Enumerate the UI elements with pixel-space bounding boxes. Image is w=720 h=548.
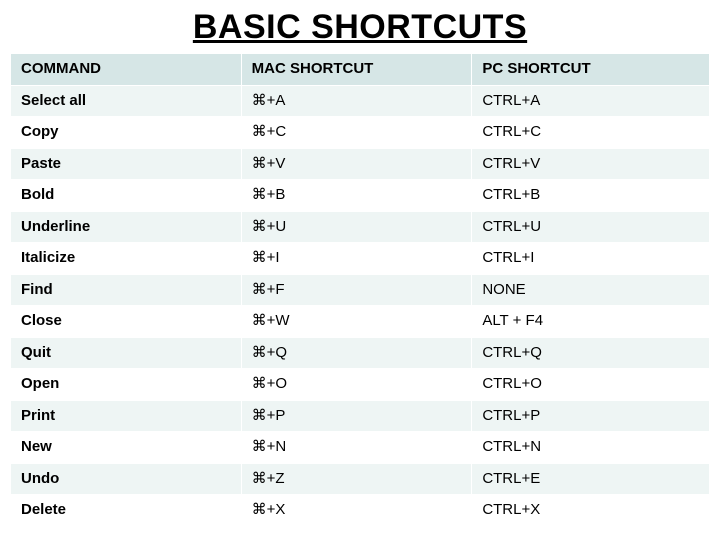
table-row: Paste⌘+VCTRL+V xyxy=(11,148,710,180)
cell-pc: CTRL+A xyxy=(472,85,710,117)
table-row: Open⌘+OCTRL+O xyxy=(11,369,710,401)
table-row: New⌘+NCTRL+N xyxy=(11,432,710,464)
table-row: Undo⌘+ZCTRL+E xyxy=(11,463,710,495)
cell-mac: ⌘+C xyxy=(241,117,472,149)
cell-mac: ⌘+F xyxy=(241,274,472,306)
cell-command: Quit xyxy=(11,337,242,369)
cell-mac: ⌘+B xyxy=(241,180,472,212)
cell-command: New xyxy=(11,432,242,464)
cell-pc: CTRL+Q xyxy=(472,337,710,369)
cell-command: Find xyxy=(11,274,242,306)
page-title: BASIC SHORTCUTS xyxy=(0,8,720,47)
table-header-row: COMMAND MAC SHORTCUT PC SHORTCUT xyxy=(11,54,710,86)
cell-mac: ⌘+P xyxy=(241,400,472,432)
cell-command: Print xyxy=(11,400,242,432)
cell-mac: ⌘+X xyxy=(241,495,472,527)
cell-mac: ⌘+O xyxy=(241,369,472,401)
cell-command: Select all xyxy=(11,85,242,117)
cell-pc: CTRL+N xyxy=(472,432,710,464)
table-row: Close⌘+WALT + F4 xyxy=(11,306,710,338)
cell-pc: ALT + F4 xyxy=(472,306,710,338)
cell-pc: CTRL+U xyxy=(472,211,710,243)
table-row: Underline⌘+UCTRL+U xyxy=(11,211,710,243)
table-row: Copy⌘+CCTRL+C xyxy=(11,117,710,149)
cell-pc: CTRL+E xyxy=(472,463,710,495)
cell-pc: CTRL+C xyxy=(472,117,710,149)
cell-pc: NONE xyxy=(472,274,710,306)
table-row: Delete⌘+XCTRL+X xyxy=(11,495,710,527)
cell-pc: CTRL+P xyxy=(472,400,710,432)
cell-mac: ⌘+U xyxy=(241,211,472,243)
cell-mac: ⌘+W xyxy=(241,306,472,338)
cell-mac: ⌘+I xyxy=(241,243,472,275)
table-row: Find⌘+FNONE xyxy=(11,274,710,306)
cell-command: Close xyxy=(11,306,242,338)
table-row: Quit⌘+QCTRL+Q xyxy=(11,337,710,369)
table-row: Bold⌘+BCTRL+B xyxy=(11,180,710,212)
cell-mac: ⌘+A xyxy=(241,85,472,117)
cell-mac: ⌘+Q xyxy=(241,337,472,369)
cell-command: Delete xyxy=(11,495,242,527)
cell-command: Italicize xyxy=(11,243,242,275)
cell-command: Paste xyxy=(11,148,242,180)
table-row: Italicize⌘+ICTRL+I xyxy=(11,243,710,275)
cell-pc: CTRL+B xyxy=(472,180,710,212)
cell-command: Underline xyxy=(11,211,242,243)
shortcuts-table: COMMAND MAC SHORTCUT PC SHORTCUT Select … xyxy=(10,53,710,527)
table-row: Select all⌘+ACTRL+A xyxy=(11,85,710,117)
cell-command: Copy xyxy=(11,117,242,149)
header-pc: PC SHORTCUT xyxy=(472,54,710,86)
cell-pc: CTRL+I xyxy=(472,243,710,275)
header-mac: MAC SHORTCUT xyxy=(241,54,472,86)
cell-command: Open xyxy=(11,369,242,401)
cell-command: Undo xyxy=(11,463,242,495)
cell-pc: CTRL+V xyxy=(472,148,710,180)
cell-pc: CTRL+X xyxy=(472,495,710,527)
cell-command: Bold xyxy=(11,180,242,212)
table-row: Print⌘+PCTRL+P xyxy=(11,400,710,432)
cell-mac: ⌘+N xyxy=(241,432,472,464)
cell-pc: CTRL+O xyxy=(472,369,710,401)
cell-mac: ⌘+V xyxy=(241,148,472,180)
header-command: COMMAND xyxy=(11,54,242,86)
cell-mac: ⌘+Z xyxy=(241,463,472,495)
